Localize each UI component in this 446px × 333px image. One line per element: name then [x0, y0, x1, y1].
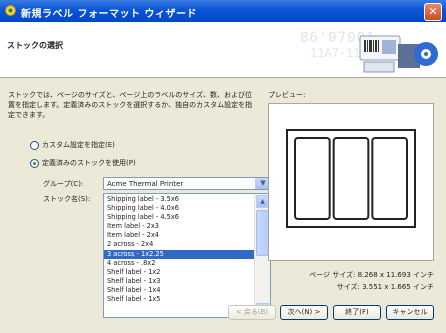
group-label: グループ(C):: [43, 180, 84, 188]
radio-button[interactable]: [30, 140, 39, 150]
predefined-stock-radio[interactable]: 定義済みのストックを使用(P): [30, 158, 136, 168]
window-title: 新規ラベル フォーマット ウィザード: [21, 9, 197, 20]
radio-button-selected[interactable]: [30, 158, 39, 168]
finish-button[interactable]: 終了(F): [333, 305, 381, 320]
stock-list-item[interactable]: Shipping label - 4.5x6: [104, 213, 256, 222]
stock-list-item[interactable]: Item label - 2x4: [104, 231, 256, 240]
title-bar[interactable]: 新規ラベル フォーマット ウィザード ✕: [0, 0, 446, 22]
group-select-value: Acme Thermal Printer: [107, 180, 184, 188]
description-text: ストックでは、ページのサイズと、ページ上のラベルのサイズ、数、および位置を指定し…: [8, 91, 253, 119]
page-size-label: ページ サイズ:: [309, 271, 356, 279]
label-stock-icon: [359, 35, 438, 73]
stock-list-item[interactable]: Shipping label - 3.5x6: [104, 195, 256, 204]
page-size-row: ページ サイズ: 8.268 x 11.693 インチ: [287, 270, 434, 280]
stock-name-label: ストック名(S):: [43, 195, 91, 203]
stock-list-items: Shipping label - 3.5x6 Shipping label - 4…: [104, 195, 256, 304]
next-button[interactable]: 次へ(N) >: [280, 305, 328, 320]
custom-settings-label: カスタム設定を指定(E): [42, 141, 115, 149]
wizard-window: 新規ラベル フォーマット ウィザード ✕ ストックの選択 86'07001 11…: [0, 0, 446, 333]
stock-list-item[interactable]: Shelf label - 1x3: [104, 277, 256, 286]
stock-list-item[interactable]: Shipping label - 4.0x6: [104, 204, 256, 213]
stock-list-item[interactable]: Shelf label - 1x5: [104, 295, 256, 304]
preview-label-cell: [294, 137, 331, 220]
label-size-row: サイズ: 3.551 x 1.665 インチ: [287, 282, 434, 292]
stock-list-item[interactable]: Shelf label - 1x4: [104, 286, 256, 295]
close-button[interactable]: ✕: [424, 3, 442, 21]
stock-list-item[interactable]: Shelf label - 1x2: [104, 268, 256, 277]
cancel-button[interactable]: キャンセル: [386, 305, 434, 320]
group-select[interactable]: Acme Thermal Printer ▼: [103, 177, 271, 190]
page-size-value: 8.268 x 11.693 インチ: [357, 271, 434, 279]
back-button[interactable]: < 戻る(B): [228, 305, 276, 320]
preview-label: プレビュー:: [268, 91, 306, 99]
preview-label-cell: [332, 137, 370, 220]
preview-label-cell: [371, 137, 409, 220]
app-icon: [5, 5, 16, 16]
label-layout-preview: [286, 129, 416, 228]
header-watermark-2: 11A7-11: [310, 46, 361, 60]
stock-listbox[interactable]: Shipping label - 3.5x6 Shipping label - 4…: [103, 193, 271, 318]
wizard-header: ストックの選択 86'07001 11A7-11: [0, 22, 446, 78]
preview-pane: [268, 103, 434, 261]
label-size-label: サイズ:: [336, 283, 360, 291]
stock-list-item[interactable]: 2 across - 2x4: [104, 240, 256, 249]
label-size-value: 3.551 x 1.665 インチ: [362, 283, 434, 291]
custom-settings-radio[interactable]: カスタム設定を指定(E): [30, 140, 115, 150]
stock-list-item[interactable]: 3 across - 1x2.25: [104, 249, 256, 259]
predefined-stock-label: 定義済みのストックを使用(P): [42, 159, 136, 167]
stock-list-item[interactable]: Item label - 2x3: [104, 222, 256, 231]
stock-list-item[interactable]: 4 across - .8x2: [104, 259, 256, 268]
page-title: ストックの選択: [7, 41, 63, 50]
